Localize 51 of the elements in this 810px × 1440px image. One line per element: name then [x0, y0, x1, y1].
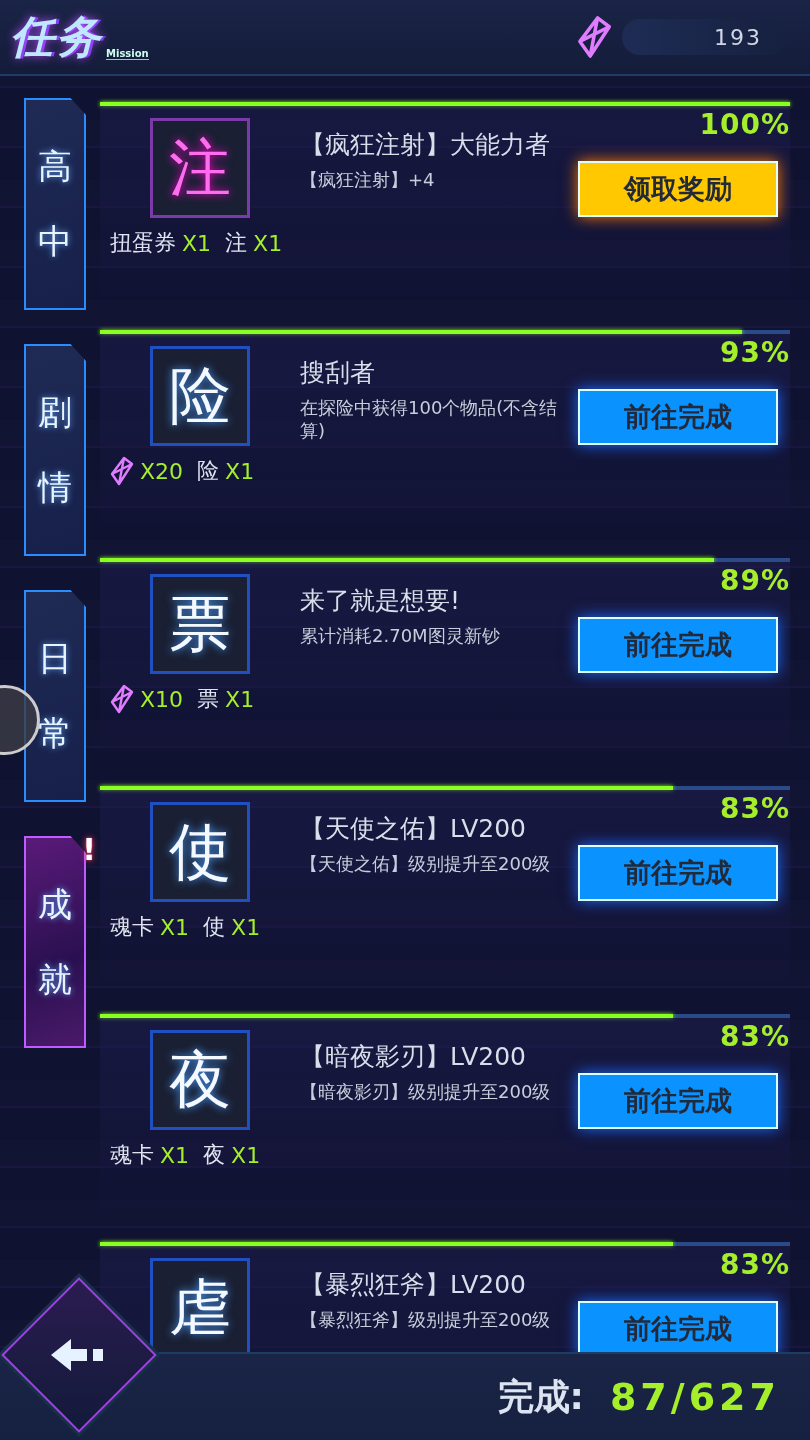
task-title: 【天使之佑】LV200 — [300, 813, 527, 845]
task-title: 来了就是想要! — [300, 585, 462, 617]
reward-item: 魂卡 X1 — [110, 1141, 190, 1170]
progress-percent: 93% — [719, 336, 790, 369]
task-title: 搜刮者 — [300, 357, 376, 389]
task-description: 【暗夜影刃】级别提升至200级 — [300, 1081, 552, 1104]
reward-item: 夜 X1 — [203, 1141, 261, 1170]
category-tab[interactable]: 高中 — [24, 98, 86, 310]
task-description: 在探险中获得100个物品(不含结算) — [300, 397, 559, 442]
progress-percent: 83% — [719, 792, 790, 825]
task-emblem: 虐 — [150, 1258, 250, 1352]
task-description: 【暴烈狂斧】级别提升至200级 — [300, 1309, 552, 1332]
task-emblem: 注 — [150, 118, 250, 218]
crystal-icon — [110, 684, 134, 714]
go-button[interactable]: 前往完成 — [578, 389, 778, 445]
task-emblem: 使 — [150, 802, 250, 902]
task-emblem: 票 — [150, 574, 250, 674]
reward-count: X20 — [140, 458, 184, 484]
task-description: 【疯狂注射】+4 — [300, 169, 436, 192]
page-title: 任务 — [10, 9, 102, 64]
category-tab[interactable]: 成就 — [24, 836, 86, 1048]
completion-value: 87/627 — [609, 1375, 780, 1419]
reward-item: 注 X1 — [225, 229, 283, 258]
progress-percent: 89% — [719, 564, 790, 597]
task-title: 【疯狂注射】大能力者 — [300, 129, 551, 161]
crystal-icon — [576, 15, 612, 59]
reward-item: 票 X1 — [197, 685, 255, 714]
progress-percent: 100% — [699, 108, 790, 141]
task-emblem: 险 — [150, 346, 250, 446]
go-button[interactable]: 前往完成 — [578, 845, 778, 901]
progress-percent: 83% — [719, 1248, 790, 1281]
progress-percent: 83% — [719, 1020, 790, 1053]
task-emblem: 夜 — [150, 1030, 250, 1130]
page-subtitle: Mission — [106, 48, 149, 60]
claim-button[interactable]: 领取奖励 — [578, 161, 778, 217]
reward-item: 险 X1 — [197, 457, 255, 486]
reward-item: 使 X1 — [203, 913, 261, 942]
reward-count: X10 — [140, 686, 184, 712]
crystal-icon — [110, 456, 134, 486]
go-button[interactable]: 前往完成 — [578, 617, 778, 673]
go-button[interactable]: 前往完成 — [578, 1301, 778, 1352]
category-tab[interactable]: 日常 — [24, 590, 86, 802]
task-title: 【暗夜影刃】LV200 — [300, 1041, 527, 1073]
completion-label: 完成: — [497, 1374, 584, 1419]
reward-item: 扭蛋券 X1 — [110, 229, 212, 258]
category-tab[interactable]: 剧情 — [24, 344, 86, 556]
reward-item: 魂卡 X1 — [110, 913, 190, 942]
task-title: 【暴烈狂斧】LV200 — [300, 1269, 527, 1301]
task-description: 【天使之佑】级别提升至200级 — [300, 853, 552, 876]
task-description: 累计消耗2.70M图灵新钞 — [300, 625, 501, 648]
go-button[interactable]: 前往完成 — [578, 1073, 778, 1129]
